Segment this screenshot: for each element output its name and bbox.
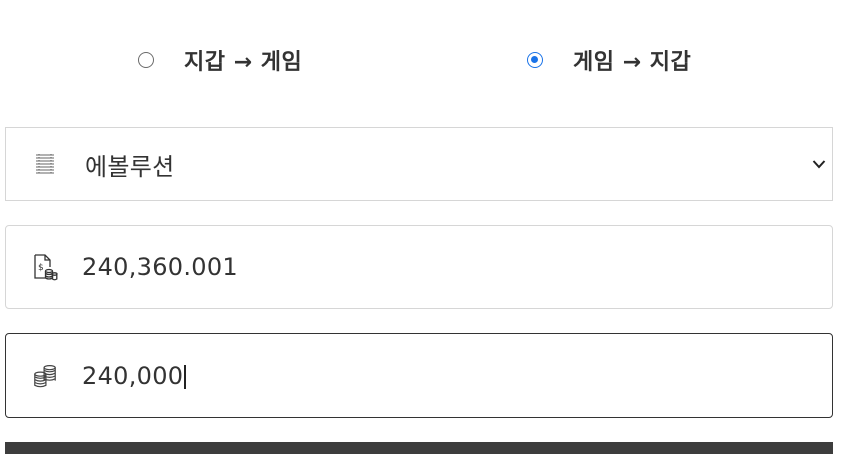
list-icon — [32, 151, 58, 177]
coins-stack-icon — [32, 363, 58, 389]
direction-label-game-to-wallet: 게임 → 지갑 — [573, 50, 692, 75]
svg-text:$: $ — [38, 263, 44, 273]
chevron-down-icon[interactable] — [812, 157, 826, 171]
transfer-amount-field[interactable]: 240,000 — [5, 333, 833, 418]
game-select-value: 에볼루션 — [85, 152, 175, 181]
direction-option-game-to-wallet[interactable]: 게임 → 지갑 — [527, 40, 691, 80]
game-balance-value: 240,360.001 — [82, 253, 238, 281]
transfer-direction-group: 지갑 → 게임 게임 → 지갑 — [0, 40, 859, 80]
transfer-amount-input[interactable]: 240,000 — [82, 361, 187, 390]
game-select[interactable]: 에볼루션 — [5, 127, 833, 201]
submit-button[interactable] — [5, 442, 833, 454]
transfer-amount-value: 240,000 — [82, 361, 184, 390]
radio-wallet-to-game[interactable] — [138, 52, 154, 68]
transfer-form: 지갑 → 게임 게임 → 지갑 에볼루션 $ 240,360.001 240,0… — [0, 0, 859, 454]
direction-option-wallet-to-game[interactable]: 지갑 → 게임 — [138, 40, 302, 80]
radio-game-to-wallet[interactable] — [527, 52, 543, 68]
direction-label-wallet-to-game: 지갑 → 게임 — [184, 50, 303, 75]
money-document-icon: $ — [32, 254, 58, 281]
text-caret — [184, 364, 187, 389]
game-balance-field: $ 240,360.001 — [5, 225, 833, 309]
